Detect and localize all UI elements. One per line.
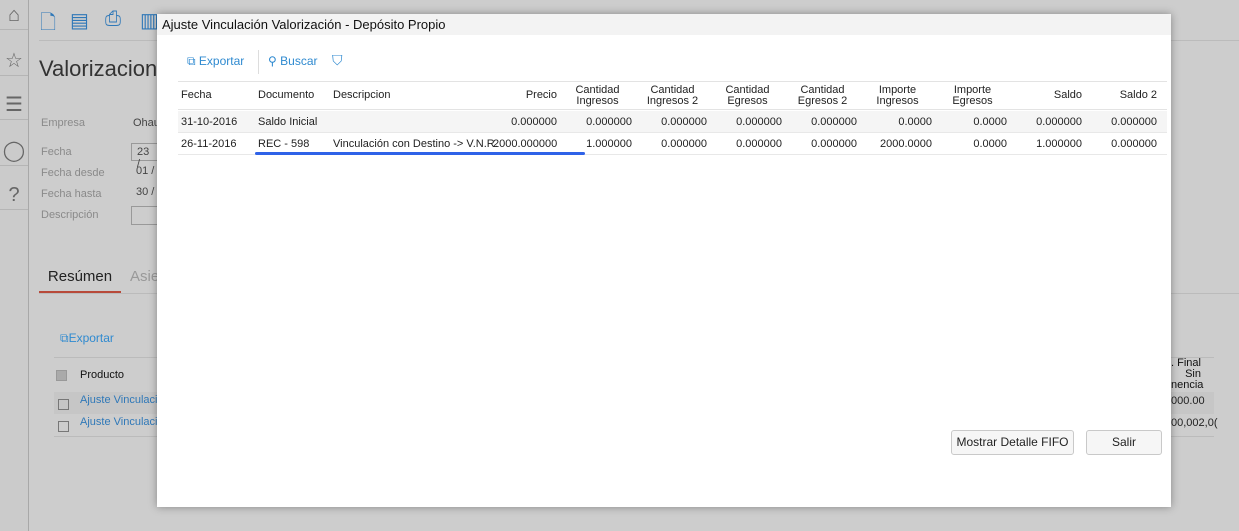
search-icon: ⚲ — [268, 54, 277, 68]
cell: 0.000000 — [811, 115, 857, 128]
right-value: 00,002,0( — [1171, 417, 1218, 429]
help-icon[interactable]: ? — [0, 180, 28, 210]
search-label: Buscar — [280, 54, 318, 68]
cell: 1.000000 — [1036, 137, 1082, 150]
chat-icon[interactable]: ◯ — [0, 136, 28, 166]
cell: 2000.0000 — [880, 137, 932, 150]
cell: REC - 598 — [258, 137, 310, 150]
select-all-checkbox[interactable] — [56, 370, 67, 381]
col-importe-ingresos[interactable]: Importe Ingresos — [860, 84, 935, 107]
search-button[interactable]: ⚲ Buscar — [268, 54, 318, 68]
filter-icon[interactable]: ⛉ — [332, 52, 343, 69]
page-title: Valorizacion c — [39, 56, 175, 81]
tab-asientos[interactable]: Asie — [130, 268, 159, 285]
fecha-desde-label: Fecha desde — [41, 167, 105, 179]
cell: Vinculación con Destino -> V.N.R. — [333, 137, 498, 150]
cell: 0.000000 — [736, 115, 782, 128]
cell: 26-11-2016 — [181, 137, 237, 150]
cell: 0.000000 — [736, 137, 782, 150]
tab-resumen[interactable]: Resúmen — [39, 268, 121, 294]
cell: 0.000000 — [511, 115, 557, 128]
col-cantidad-egresos-2[interactable]: Cantidad Egresos 2 — [785, 84, 860, 107]
table-header: Fecha Documento Descripcion Precio Canti… — [178, 81, 1167, 110]
right-value: 000.00 — [1171, 395, 1205, 407]
col-fecha[interactable]: Fecha — [178, 90, 255, 101]
cell: 0.000000 — [811, 137, 857, 150]
fecha-hasta-label: Fecha hasta — [41, 188, 102, 200]
fecha-desde-value[interactable]: 01 / — [136, 165, 154, 177]
fecha-hasta-value[interactable]: 30 / — [136, 186, 154, 198]
cell: 0.000000 — [586, 115, 632, 128]
cell: 31-10-2016 — [181, 115, 238, 128]
save-icon[interactable]: ▤ — [70, 8, 89, 33]
col-cantidad-ingresos[interactable]: Cantidad Ingresos — [560, 84, 635, 107]
cell: 0.0000 — [973, 115, 1007, 128]
row-checkbox[interactable] — [58, 421, 69, 432]
cell: 1.000000 — [586, 137, 632, 150]
empresa-label: Empresa — [41, 117, 86, 129]
cell: 0.000000 — [661, 115, 707, 128]
cell: 0.0000 — [898, 115, 932, 128]
home-icon[interactable]: ⌂ — [0, 0, 28, 30]
mostrar-detalle-fifo-button[interactable]: Mostrar Detalle FIFO — [951, 430, 1074, 455]
col-saldo-2[interactable]: Saldo 2 — [1085, 90, 1160, 101]
col-documento[interactable]: Documento — [255, 90, 330, 101]
cell: 2000.000000 — [493, 137, 558, 150]
cell: Saldo Inicial — [258, 115, 318, 128]
bg-export-label: Exportar — [68, 331, 114, 345]
col-descripcion[interactable]: Descripcion — [330, 90, 490, 101]
descripcion-label: Descripción — [41, 209, 99, 221]
right-header: . Final Sin nencia — [1171, 357, 1204, 391]
col-saldo[interactable]: Saldo — [1010, 90, 1085, 101]
export-icon: ⧉ — [187, 54, 196, 68]
modal-dialog: Ajuste Vinculación Valorización - Depósi… — [157, 14, 1171, 507]
product-link[interactable]: Ajuste Vinculació — [80, 416, 164, 428]
row-checkbox[interactable] — [58, 399, 69, 410]
col-precio[interactable]: Precio — [490, 90, 560, 101]
cell: 0.0000 — [973, 137, 1007, 150]
table-row[interactable]: 31-10-2016 Saldo Inicial 0.000000 0.0000… — [178, 111, 1167, 133]
print-icon[interactable]: ⎙ — [105, 8, 121, 31]
product-header: Producto — [80, 369, 125, 381]
cell: 0.000000 — [1111, 115, 1157, 128]
clipboard-icon[interactable]: ☰ — [0, 90, 28, 120]
col-cantidad-ingresos-2[interactable]: Cantidad Ingresos 2 — [635, 84, 710, 107]
modal-title: Ajuste Vinculación Valorización - Depósi… — [157, 14, 1171, 35]
cell: 0.000000 — [1111, 137, 1157, 150]
export-icon: ⧉ — [60, 331, 69, 345]
bg-export-button[interactable]: ⧉Exportar — [60, 331, 114, 346]
salir-button[interactable]: Salir — [1086, 430, 1162, 455]
new-document-icon[interactable]: 🗋 — [40, 8, 56, 42]
export-label: Exportar — [198, 54, 245, 68]
cell: 0.000000 — [661, 137, 707, 150]
sidebar: ⌂ ☆ ☰ ◯ ? — [0, 0, 29, 531]
fecha-label: Fecha — [41, 146, 72, 158]
col-cantidad-egresos[interactable]: Cantidad Egresos — [710, 84, 785, 107]
empresa-value: Ohau — [133, 117, 160, 129]
export-button[interactable]: ⧉ Exportar — [187, 54, 244, 69]
cell: 0.000000 — [1036, 115, 1082, 128]
star-icon[interactable]: ☆ — [0, 46, 28, 76]
col-importe-egresos[interactable]: Importe Egresos — [935, 84, 1010, 107]
product-link[interactable]: Ajuste Vinculació — [80, 394, 164, 406]
selection-underline — [255, 152, 585, 155]
